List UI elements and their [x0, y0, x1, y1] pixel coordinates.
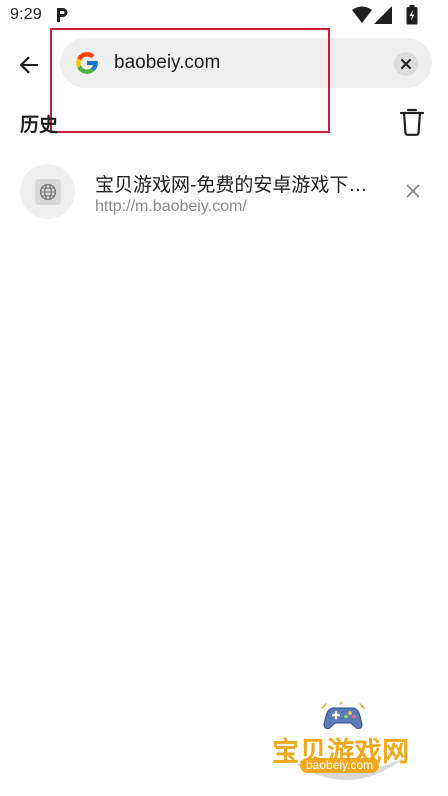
- omnibox[interactable]: [60, 38, 432, 88]
- favicon-tile: [34, 178, 61, 205]
- google-icon: [76, 52, 98, 74]
- history-item-title: 宝贝游戏网-免费的安卓游戏下载网站: [95, 175, 380, 196]
- clear-history-button[interactable]: [397, 106, 427, 138]
- clear-search-button[interactable]: [394, 52, 418, 76]
- search-input[interactable]: [114, 38, 384, 88]
- cell-signal-icon: [374, 6, 392, 24]
- gamepad-icon: [321, 702, 365, 729]
- back-button[interactable]: [12, 48, 46, 82]
- history-list-item[interactable]: 宝贝游戏网-免费的安卓游戏下载网站 http://m.baobeiy.com/: [0, 158, 448, 224]
- remove-history-item-button[interactable]: [402, 180, 424, 202]
- watermark-domain: baobeiy.com: [300, 758, 380, 773]
- favicon-container: [20, 164, 75, 219]
- parking-notification-icon: [57, 8, 68, 22]
- status-time: 9:29: [10, 6, 42, 23]
- watermark-logo: 宝贝游戏网 baobeiy.com: [268, 696, 424, 796]
- search-toolbar: [0, 38, 448, 90]
- globe-icon: [39, 183, 56, 200]
- battery-icon: [406, 5, 418, 25]
- status-bar: 9:29: [0, 0, 448, 32]
- arrow-left-icon: [19, 56, 38, 74]
- history-heading: 历史: [20, 115, 59, 136]
- history-item-url: http://m.baobeiy.com/: [95, 198, 247, 215]
- trash-icon: [400, 108, 424, 136]
- close-icon: [406, 184, 420, 198]
- wifi-icon: [352, 6, 372, 23]
- close-icon: [401, 59, 411, 69]
